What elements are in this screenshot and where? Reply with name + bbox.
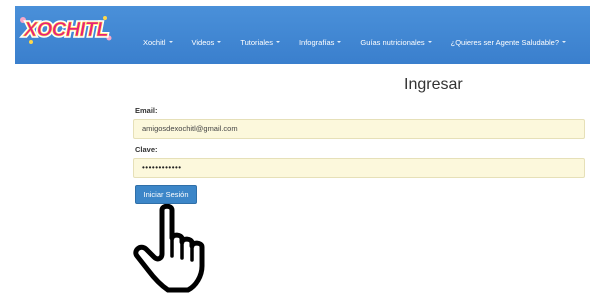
- nav-item-agente-saludable[interactable]: ¿Quieres ser Agente Saludable?: [450, 37, 567, 47]
- svg-text:XOCHITL: XOCHITL: [23, 19, 109, 41]
- nav-item-label: Guías nutricionales: [360, 37, 425, 47]
- email-field[interactable]: amigosdexochitl@gmail.com: [133, 119, 585, 139]
- navbar: XOCHITL XOCHITL Xochitl Videos Tutoriale…: [15, 6, 590, 64]
- caret-down-icon: [337, 41, 342, 43]
- nav-item-tutoriales[interactable]: Tutoriales: [240, 38, 280, 47]
- nav-item-guias-nutricionales[interactable]: Guías nutricionales: [360, 37, 432, 47]
- nav-item-label: ¿Quieres ser Agente Saludable?: [450, 37, 560, 47]
- nav-item-infografias[interactable]: Infografías: [298, 37, 342, 47]
- caret-down-icon: [168, 41, 173, 43]
- caret-down-icon: [427, 41, 432, 43]
- email-label: Email:: [135, 106, 158, 115]
- nav-item-label: Infografías: [298, 37, 335, 47]
- nav-item-label: Videos: [191, 37, 215, 47]
- nav-item-label: Tutoriales: [240, 37, 273, 47]
- nav-item-videos[interactable]: Videos: [192, 38, 222, 47]
- caret-down-icon: [217, 41, 222, 43]
- nav-item-label: Xochitl: [143, 37, 166, 47]
- page-title: Ingresar: [404, 76, 463, 93]
- nav-item-xochitl[interactable]: Xochitl: [143, 38, 173, 47]
- password-label: Clave:: [135, 145, 158, 154]
- caret-down-icon: [275, 41, 280, 43]
- hand-pointer-icon: [128, 203, 218, 294]
- caret-down-icon: [562, 41, 567, 43]
- nav-menu: Xochitl Videos Tutoriales Infografías Gu…: [143, 34, 585, 50]
- login-button[interactable]: Iniciar Sesión: [135, 185, 197, 204]
- xochitl-logo[interactable]: XOCHITL XOCHITL: [17, 12, 115, 46]
- page: XOCHITL XOCHITL Xochitl Videos Tutoriale…: [0, 0, 590, 295]
- password-field[interactable]: ••••••••••••: [133, 158, 585, 178]
